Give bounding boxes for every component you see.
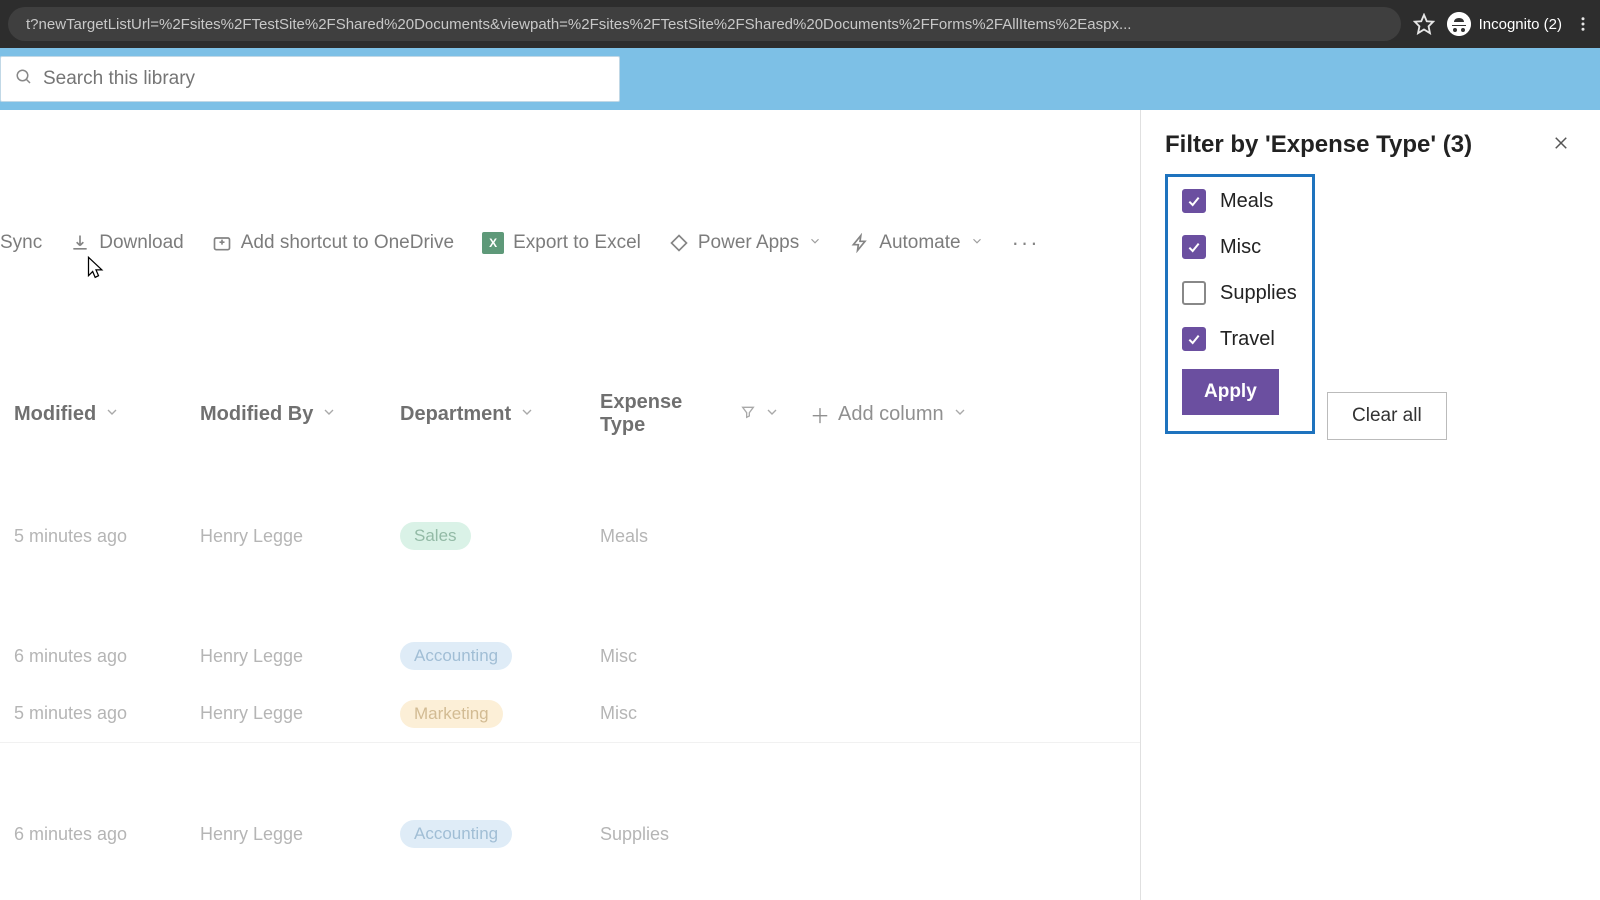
plus-icon: ＋ xyxy=(810,400,830,429)
filter-option[interactable]: Supplies xyxy=(1182,281,1298,305)
url-text: t?newTargetListUrl=%2Fsites%2FTestSite%2… xyxy=(26,16,1131,33)
search-input[interactable] xyxy=(43,68,605,90)
export-excel-button[interactable]: X Export to Excel xyxy=(482,232,641,254)
close-icon[interactable] xyxy=(1546,128,1576,162)
excel-icon: X xyxy=(482,232,504,254)
filter-panel-title: Filter by 'Expense Type' (3) xyxy=(1165,131,1472,159)
chevron-down-icon xyxy=(519,403,535,426)
search-box[interactable] xyxy=(0,56,620,102)
search-icon xyxy=(15,68,33,91)
filter-option-label: Supplies xyxy=(1220,282,1297,305)
column-modified-by[interactable]: Modified By xyxy=(200,403,400,426)
cell-department: Marketing xyxy=(400,700,600,728)
browser-menu-icon[interactable] xyxy=(1574,15,1592,33)
cell-expense-type: Misc xyxy=(600,646,800,667)
cell-modified: 5 minutes ago xyxy=(0,526,200,547)
suite-header xyxy=(0,48,1600,110)
power-apps-label: Power Apps xyxy=(698,232,799,254)
download-button[interactable]: Download xyxy=(70,232,184,254)
checkbox[interactable] xyxy=(1182,281,1206,305)
filter-option-label: Meals xyxy=(1220,190,1273,213)
automate-button[interactable]: Automate xyxy=(850,232,983,254)
cell-modified-by: Henry Legge xyxy=(200,646,400,667)
incognito-label: Incognito (2) xyxy=(1479,16,1562,33)
cell-modified-by: Henry Legge xyxy=(200,526,400,547)
url-bar[interactable]: t?newTargetListUrl=%2Fsites%2FTestSite%2… xyxy=(8,7,1401,41)
chevron-down-icon xyxy=(104,403,120,426)
cell-department: Accounting xyxy=(400,820,600,848)
sync-button[interactable]: Sync xyxy=(0,232,42,254)
download-icon xyxy=(70,233,90,253)
filter-panel: Filter by 'Expense Type' (3) Meals Misc Su… xyxy=(1140,110,1600,900)
library-main: Sync Download Add shortcut to OneDrive X… xyxy=(0,110,1140,900)
column-headers: Modified Modified By Department Expense … xyxy=(0,391,1140,437)
sync-label: Sync xyxy=(0,232,42,254)
column-modified[interactable]: Modified xyxy=(0,403,200,426)
checkbox[interactable] xyxy=(1182,189,1206,213)
automate-icon xyxy=(850,233,870,253)
add-shortcut-label: Add shortcut to OneDrive xyxy=(241,232,454,254)
table-row[interactable]: 6 minutes agoHenry LeggeAccountingSuppli… xyxy=(0,805,1140,863)
chevron-down-icon xyxy=(764,403,780,426)
add-column-button[interactable]: ＋ Add column xyxy=(810,400,998,429)
chevron-down-icon xyxy=(808,232,822,254)
table-row[interactable]: 6 minutes agoHenry LeggeAccountingMisc xyxy=(0,627,1140,685)
incognito-icon xyxy=(1447,12,1471,36)
cell-modified-by: Henry Legge xyxy=(200,703,400,724)
filter-option-label: Travel xyxy=(1220,328,1275,351)
column-department[interactable]: Department xyxy=(400,403,600,426)
cell-modified: 5 minutes ago xyxy=(0,703,200,724)
cell-expense-type: Misc xyxy=(600,703,800,724)
cell-department: Accounting xyxy=(400,642,600,670)
incognito-indicator[interactable]: Incognito (2) xyxy=(1447,12,1562,36)
cell-expense-type: Meals xyxy=(600,526,800,547)
filter-icon xyxy=(740,403,756,426)
column-expense-type[interactable]: Expense Type xyxy=(600,391,810,437)
filter-option-label: Misc xyxy=(1220,236,1261,259)
clear-all-button[interactable]: Clear all xyxy=(1327,392,1447,440)
browser-chrome: t?newTargetListUrl=%2Fsites%2FTestSite%2… xyxy=(0,0,1600,48)
power-apps-icon xyxy=(669,233,689,253)
cell-department: Sales xyxy=(400,522,600,550)
filter-option[interactable]: Misc xyxy=(1182,235,1298,259)
document-rows: 5 minutes agoHenry LeggeSalesMeals6 minu… xyxy=(0,507,1140,863)
table-row[interactable]: 5 minutes agoHenry LeggeSalesMeals xyxy=(0,507,1140,565)
table-row[interactable]: 5 minutes agoHenry LeggeMarketingMisc xyxy=(0,685,1140,743)
filter-highlight-box: Meals Misc Supplies Travel Apply xyxy=(1165,174,1315,434)
apply-button[interactable]: Apply xyxy=(1182,369,1279,415)
chevron-down-icon xyxy=(952,403,968,426)
checkbox[interactable] xyxy=(1182,327,1206,351)
export-excel-label: Export to Excel xyxy=(513,232,641,254)
automate-label: Automate xyxy=(879,232,960,254)
add-shortcut-button[interactable]: Add shortcut to OneDrive xyxy=(212,232,454,254)
more-actions-button[interactable]: ··· xyxy=(1012,230,1040,256)
chevron-down-icon xyxy=(321,403,337,426)
download-label: Download xyxy=(99,232,184,254)
cell-modified-by: Henry Legge xyxy=(200,824,400,845)
checkbox[interactable] xyxy=(1182,235,1206,259)
chevron-down-icon xyxy=(970,232,984,254)
command-bar: Sync Download Add shortcut to OneDrive X… xyxy=(0,110,1140,256)
cell-modified: 6 minutes ago xyxy=(0,824,200,845)
cell-modified: 6 minutes ago xyxy=(0,646,200,667)
onedrive-shortcut-icon xyxy=(212,233,232,253)
filter-option[interactable]: Travel xyxy=(1182,327,1298,351)
cell-expense-type: Supplies xyxy=(600,824,800,845)
filter-option[interactable]: Meals xyxy=(1182,189,1298,213)
bookmark-star-icon[interactable] xyxy=(1413,13,1435,35)
power-apps-button[interactable]: Power Apps xyxy=(669,232,822,254)
